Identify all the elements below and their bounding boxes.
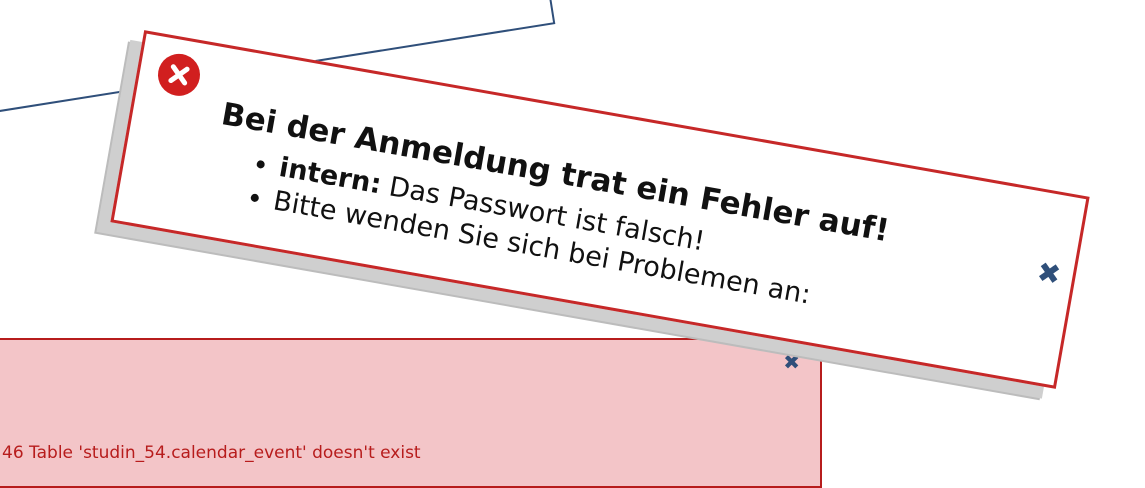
close-icon[interactable]: ✖ (783, 352, 800, 372)
login-error-dialog: Bei der Anmeldung trat ein Fehler auf! i… (110, 30, 1090, 389)
close-icon[interactable]: ✖ (1035, 255, 1064, 292)
error-x-circle-icon (154, 50, 204, 100)
database-error-alert: ✖ 46 Table 'studin_54.calendar_event' do… (0, 338, 822, 488)
error-message: 46 Table 'studin_54.calendar_event' does… (2, 443, 421, 463)
